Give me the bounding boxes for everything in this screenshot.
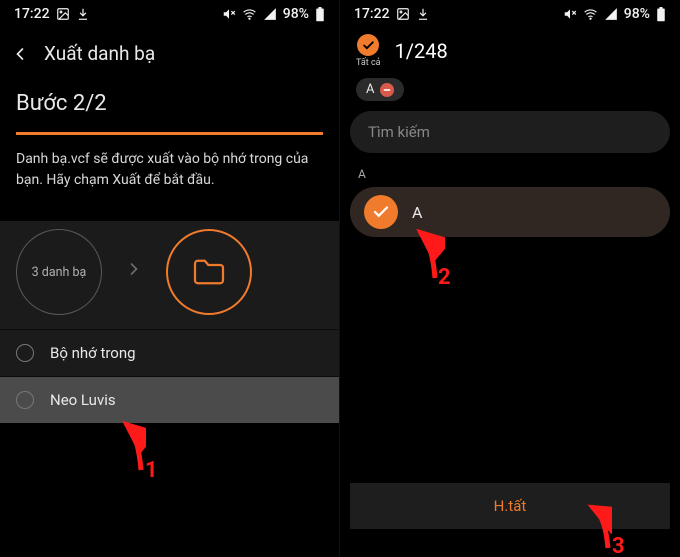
image-icon (396, 7, 410, 21)
app-header: Xuất danh bạ (0, 28, 339, 71)
export-graphic: 3 danh bạ (0, 221, 339, 329)
wifi-icon (242, 7, 257, 21)
folder-target-circle (166, 229, 252, 315)
battery-text: 98% (283, 6, 309, 22)
selection-count: 1/248 (395, 39, 448, 63)
download-icon (416, 7, 430, 21)
done-button[interactable]: H.tất (350, 483, 670, 529)
image-icon (56, 7, 70, 21)
mute-icon (222, 7, 236, 21)
contacts-count-label: 3 danh bạ (32, 265, 87, 280)
annotation-number-2: 2 (438, 265, 451, 290)
screen-export-contacts: 17:22 98% Xuấ (0, 0, 340, 557)
status-time: 17:22 (354, 6, 390, 22)
search-input[interactable]: Tìm kiếm (350, 111, 670, 153)
status-bar: 17:22 98% (0, 0, 339, 28)
contact-row[interactable]: A (350, 187, 670, 237)
chip-remove-icon[interactable] (380, 83, 394, 97)
header-title: Xuất danh bạ (44, 42, 155, 65)
storage-option-neo-luvis[interactable]: Neo Luvis (0, 376, 339, 423)
back-icon[interactable] (10, 44, 30, 64)
signal-icon (604, 7, 618, 21)
checkmark-icon (364, 195, 398, 229)
done-label: H.tất (494, 497, 527, 515)
screen-select-contacts: 17:22 98% (340, 0, 680, 557)
mute-icon (563, 7, 577, 21)
section-header: A (340, 153, 680, 187)
battery-icon (656, 7, 666, 22)
select-all-toggle[interactable]: Tất cả (356, 34, 381, 68)
annotation-number-1: 1 (145, 458, 158, 483)
step-title: Bước 2/2 (0, 71, 339, 122)
annotation-arrow-1 (56, 420, 146, 480)
selected-chip-row: A (340, 72, 680, 111)
selection-chip[interactable]: A (356, 78, 404, 101)
chevron-right-icon (124, 257, 144, 287)
status-bar: 17:22 98% (340, 0, 680, 28)
radio-icon (16, 344, 34, 362)
checkmark-icon (357, 34, 379, 56)
storage-option-list: Bộ nhớ trong Neo Luvis (0, 329, 339, 423)
chip-label: A (366, 82, 374, 97)
body-text: Danh bạ.vcf sẽ được xuất vào bộ nhớ tron… (0, 135, 339, 221)
storage-option-internal[interactable]: Bộ nhớ trong (0, 329, 339, 376)
status-time: 17:22 (14, 6, 50, 22)
signal-icon (263, 7, 277, 21)
contacts-count-circle: 3 danh bạ (16, 229, 102, 315)
radio-icon (16, 391, 34, 409)
selection-header: Tất cả 1/248 (340, 28, 680, 72)
storage-option-label: Bộ nhớ trong (50, 344, 136, 362)
search-placeholder: Tìm kiếm (368, 123, 430, 141)
battery-icon (315, 7, 325, 22)
battery-text: 98% (624, 6, 650, 22)
folder-icon (192, 258, 226, 286)
select-all-label: Tất cả (356, 58, 381, 68)
annotation-number-3: 3 (612, 534, 625, 557)
download-icon (76, 7, 90, 21)
storage-option-label: Neo Luvis (50, 391, 116, 409)
wifi-icon (583, 7, 598, 21)
contact-name: A (412, 203, 422, 222)
